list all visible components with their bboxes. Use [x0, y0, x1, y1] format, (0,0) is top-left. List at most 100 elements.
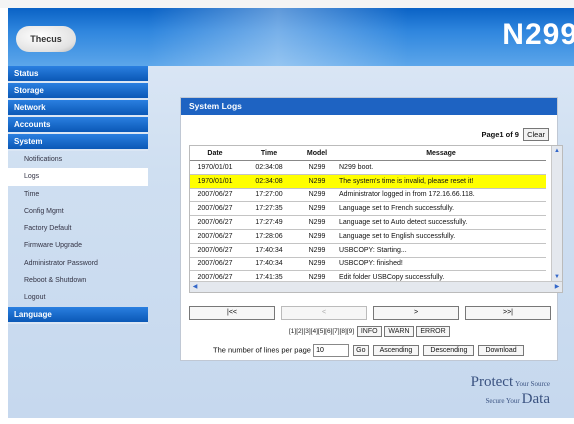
table-row[interactable]: 1970/01/01 02:34:08 N299 N299 boot. [190, 160, 546, 175]
cell-model: N299 [298, 229, 336, 244]
cell-model: N299 [298, 160, 336, 175]
slogan: Protect Your Source Secure Your Data [471, 374, 550, 408]
ascending-button[interactable]: Ascending [372, 345, 420, 356]
scroll-up-icon[interactable]: ▲ [552, 146, 562, 156]
cell-date: 1970/01/01 [190, 174, 240, 189]
slogan-protect: Protect [470, 374, 514, 390]
sidebar-group-network[interactable]: Network [8, 100, 148, 117]
lines-per-page-label: The number of lines per page [213, 345, 311, 355]
panel-title: System Logs [181, 98, 557, 115]
sidebar: Status Storage Network Accounts System N… [8, 66, 148, 418]
column-header-model[interactable]: Model [298, 146, 336, 161]
cell-time: 17:40:34 [240, 257, 298, 272]
log-table: Date Time Model Message 1970/01/01 02:34:… [190, 146, 546, 292]
model-title: N299 [502, 18, 574, 51]
sidebar-item-notifications[interactable]: Notifications [8, 151, 148, 168]
cell-message: USBCOPY: finished! [336, 257, 546, 272]
cell-model: N299 [298, 257, 336, 272]
table-row[interactable]: 2007/06/27 17:28:06 N299 Language set to En… [190, 229, 546, 244]
header-swoosh [148, 8, 408, 66]
scroll-left-icon[interactable]: ◀ [190, 282, 200, 292]
cell-time: 17:40:34 [240, 243, 298, 258]
filter-warn-button[interactable]: WARN [384, 326, 414, 337]
sidebar-group-accounts[interactable]: Accounts [8, 117, 148, 134]
cell-message: USBCOPY: Starting... [336, 243, 546, 258]
sidebar-item-logout[interactable]: Logout [8, 289, 148, 306]
horizontal-scrollbar[interactable]: ◀ ▶ [190, 281, 562, 292]
cell-date: 2007/06/27 [190, 257, 240, 272]
browser-strip [0, 0, 574, 8]
column-header-time[interactable]: Time [240, 146, 298, 161]
sidebar-item-admin-password[interactable]: Administrator Password [8, 255, 148, 272]
sidebar-item-config-mgmt[interactable]: Config Mgmt [8, 203, 148, 220]
log-table-body: 1970/01/01 02:34:08 N299 N299 boot. 1970/01/… [190, 160, 546, 292]
cell-time: 17:27:00 [240, 188, 298, 203]
page-info: Page1 of 9 Clear [481, 128, 549, 141]
table-row[interactable]: 2007/06/27 17:27:49 N299 Language set to Au… [190, 215, 546, 230]
go-button[interactable]: Go [353, 345, 369, 356]
filter-row: [1][2][3][4][5][6][7][8][9] INFO WARN ER… [289, 326, 450, 337]
filter-info-button[interactable]: INFO [356, 326, 382, 337]
slogan-your-source: Your Source [515, 380, 550, 388]
cell-date: 2007/06/27 [190, 201, 240, 217]
cell-message: Language set to Auto detect successfully… [336, 215, 546, 230]
header: Thecus N299 [8, 8, 574, 66]
table-row[interactable]: 2007/06/27 17:27:35 N299 Language set to Fr… [190, 201, 546, 217]
cell-time: 17:28:06 [240, 229, 298, 244]
download-button[interactable]: Download [478, 345, 524, 356]
next-page-button[interactable]: > [373, 306, 459, 320]
table-row[interactable]: 2007/06/27 17:40:34 N299 USBCOPY: finished! [190, 257, 546, 272]
cell-model: N299 [298, 201, 336, 217]
slogan-data: Data [521, 391, 550, 407]
lines-per-page-input[interactable] [313, 344, 350, 357]
thecus-logo: Thecus [16, 26, 76, 52]
sidebar-group-status[interactable]: Status [8, 66, 148, 83]
cell-time: 02:34:08 [240, 160, 298, 175]
column-header-message[interactable]: Message [336, 146, 546, 161]
cell-date: 2007/06/27 [190, 188, 240, 203]
last-page-button[interactable]: >>| [465, 306, 551, 320]
cell-message: Language set to English successfully. [336, 229, 546, 244]
sidebar-item-reboot-shutdown[interactable]: Reboot & Shutdown [8, 272, 148, 289]
lines-per-page-row: The number of lines per page Go Ascendin… [213, 344, 524, 357]
descending-button[interactable]: Descending [423, 345, 475, 356]
sidebar-group-system[interactable]: System [8, 134, 148, 151]
cell-message: Administrator logged in from 172.16.66.1… [336, 188, 546, 203]
page-info-text: Page1 of 9 [481, 130, 519, 139]
cell-model: N299 [298, 243, 336, 258]
cell-message: N299 boot. [336, 160, 546, 175]
sidebar-group-storage[interactable]: Storage [8, 83, 148, 100]
pagination-bar: |<< < > >>| [189, 306, 551, 320]
sidebar-item-factory-default[interactable]: Factory Default [8, 220, 148, 237]
slogan-secure-your: Secure Your [485, 397, 520, 405]
log-table-container: Date Time Model Message 1970/01/01 02:34:… [189, 145, 563, 293]
cell-date: 2007/06/27 [190, 243, 240, 258]
app-frame: Thecus N299 Status Storage Network Accou… [8, 8, 574, 418]
cell-time: 17:27:35 [240, 201, 298, 217]
page-links[interactable]: [1][2][3][4][5][6][7][8][9] [289, 328, 354, 335]
cell-time: 17:27:49 [240, 215, 298, 230]
cell-model: N299 [298, 215, 336, 230]
column-header-date[interactable]: Date [190, 146, 240, 161]
cell-message: Language set to French successfully. [336, 201, 546, 217]
sidebar-item-time[interactable]: Time [8, 186, 148, 203]
table-header-row: Date Time Model Message [190, 146, 546, 161]
cell-model: N299 [298, 174, 336, 189]
table-row[interactable]: 1970/01/01 02:34:08 N299 The system's time … [190, 174, 546, 189]
cell-model: N299 [298, 188, 336, 203]
cell-time: 02:34:08 [240, 174, 298, 189]
prev-page-button[interactable]: < [281, 306, 367, 320]
table-row[interactable]: 2007/06/27 17:27:00 N299 Administrator logg… [190, 188, 546, 203]
sidebar-item-logs[interactable]: Logs [8, 168, 148, 186]
filter-error-button[interactable]: ERROR [416, 326, 450, 337]
first-page-button[interactable]: |<< [189, 306, 275, 320]
scroll-right-icon[interactable]: ▶ [552, 282, 562, 292]
vertical-scrollbar[interactable]: ▲ ▼ [551, 146, 562, 282]
sidebar-item-firmware-upgrade[interactable]: Firmware Upgrade [8, 237, 148, 254]
cell-date: 2007/06/27 [190, 229, 240, 244]
sidebar-group-language[interactable]: Language [8, 306, 148, 324]
table-row[interactable]: 2007/06/27 17:40:34 N299 USBCOPY: Starting.… [190, 243, 546, 258]
clear-button[interactable]: Clear [523, 128, 549, 141]
cell-date: 1970/01/01 [190, 160, 240, 175]
system-logs-panel: System Logs Page1 of 9 Clear Date Time M… [180, 97, 563, 361]
